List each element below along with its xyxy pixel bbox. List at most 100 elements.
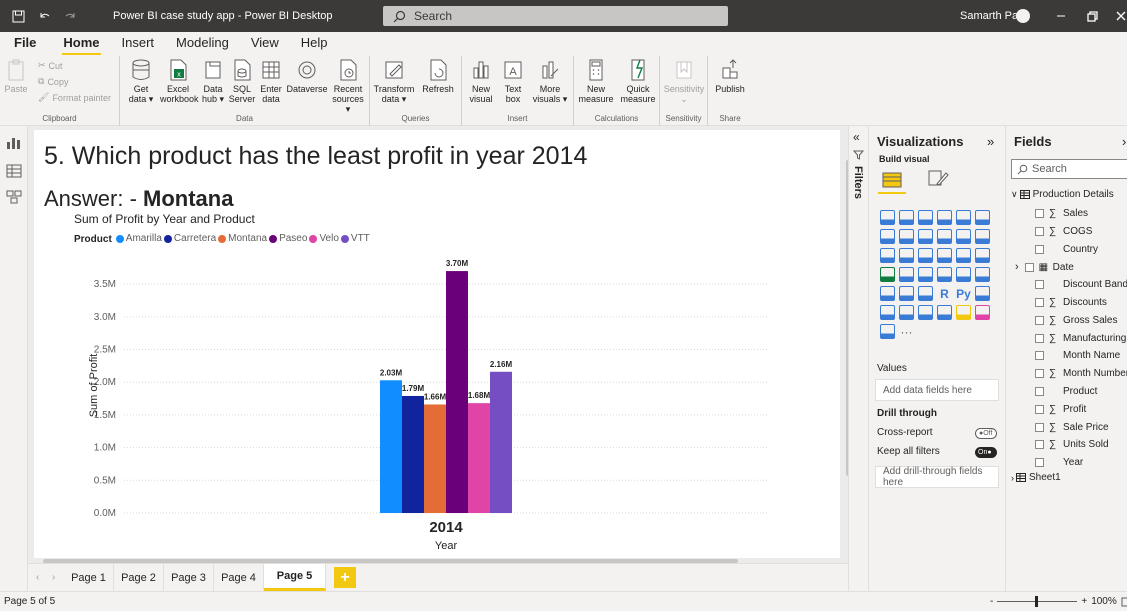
cross-report-toggle[interactable]: ● Off (975, 428, 997, 439)
bar-chart[interactable]: 0.0M0.5M1.0M1.5M2.0M2.5M3.0M3.5MSum of P… (34, 248, 794, 558)
close-icon[interactable] (1113, 8, 1127, 24)
visual-type-icon[interactable] (975, 248, 990, 263)
format-painter-button[interactable]: 🖌 Format painter (38, 92, 111, 103)
visual-type-icon[interactable] (956, 267, 971, 282)
publish-button[interactable]: Publish (710, 58, 750, 94)
report-view-icon[interactable] (6, 136, 22, 150)
collapse-visualizations-icon[interactable]: » (987, 134, 994, 149)
visual-type-icon[interactable] (899, 229, 914, 244)
visual-type-icon[interactable] (918, 248, 933, 263)
field-item[interactable]: Month Name (1035, 350, 1120, 361)
visual-type-icon[interactable] (918, 286, 933, 301)
sensitivity-button[interactable]: Sensitivity ⌄ (662, 58, 706, 104)
visual-type-icon[interactable] (918, 267, 933, 282)
page-tab-5[interactable]: Page 5 (264, 564, 326, 591)
visual-type-icon[interactable] (956, 248, 971, 263)
cut-button[interactable]: ✂ Cut (38, 60, 63, 71)
visual-type-icon[interactable] (918, 210, 933, 225)
visual-type-icon[interactable] (975, 267, 990, 282)
field-checkbox[interactable] (1035, 458, 1044, 468)
field-item[interactable]: › ▦ Date (1015, 261, 1074, 273)
visual-type-icon[interactable] (899, 210, 914, 225)
page-tab-1[interactable]: Page 1 (64, 564, 114, 591)
visual-type-icon[interactable] (937, 210, 952, 225)
field-item[interactable]: ∑ Discounts (1035, 297, 1107, 308)
field-checkbox[interactable] (1035, 351, 1044, 361)
visual-type-icon[interactable]: ··· (897, 322, 916, 341)
fields-search-input[interactable]: Search (1011, 159, 1127, 179)
field-checkbox[interactable] (1035, 209, 1044, 218)
expand-filters-icon[interactable]: « (853, 130, 860, 144)
field-checkbox[interactable] (1035, 315, 1044, 325)
legend-item[interactable]: Paseo (269, 233, 307, 244)
bar-amarilla[interactable] (380, 380, 402, 513)
field-item[interactable]: ∑ Sales (1035, 208, 1088, 219)
menu-file[interactable]: File (0, 32, 52, 56)
values-well[interactable]: Add data fields here (875, 379, 999, 401)
save-icon[interactable] (10, 8, 26, 24)
visual-type-icon[interactable] (880, 286, 895, 301)
paste-button[interactable]: Paste (4, 58, 28, 94)
field-checkbox[interactable] (1024, 262, 1034, 272)
next-page-icon[interactable]: › (52, 572, 55, 583)
transform-data-button[interactable]: Transform data ▾ (372, 58, 416, 104)
field-item[interactable]: Product (1035, 386, 1097, 397)
field-item[interactable]: Discount Band (1035, 279, 1127, 290)
visual-type-icon[interactable] (880, 267, 895, 282)
visual-type-icon[interactable] (937, 305, 952, 320)
sql-server-button[interactable]: SQL Server (228, 58, 256, 104)
field-item[interactable]: Year (1035, 457, 1083, 468)
collapse-fields-icon[interactable]: › (1122, 134, 1126, 149)
bar-vtt[interactable] (490, 371, 512, 513)
visual-type-icon[interactable]: Py (954, 284, 973, 303)
visual-type-icon[interactable] (956, 305, 971, 320)
zoom-slider[interactable] (997, 596, 1078, 607)
drill-through-well[interactable]: Add drill-through fields here (875, 466, 999, 488)
menu-help[interactable]: Help (290, 32, 339, 56)
legend-item[interactable]: Montana (218, 233, 267, 244)
visual-type-icon[interactable] (918, 229, 933, 244)
visual-type-icon[interactable] (880, 305, 895, 320)
field-checkbox[interactable] (1035, 387, 1044, 396)
visual-type-icon[interactable]: R (935, 284, 954, 303)
recent-sources-button[interactable]: Recent sources ▾ (330, 58, 366, 114)
enter-data-button[interactable]: Enter data (258, 58, 284, 104)
text-box-button[interactable]: A Text box (498, 58, 528, 104)
menu-view[interactable]: View (240, 32, 290, 56)
page-tab-3[interactable]: Page 3 (164, 564, 214, 591)
field-item[interactable]: ∑ Sale Price (1035, 422, 1109, 433)
add-page-button[interactable]: + (334, 567, 356, 588)
get-data-button[interactable]: Get data ▾ (126, 58, 156, 104)
new-measure-button[interactable]: New measure (576, 58, 616, 104)
field-item[interactable]: ∑ Month Number (1035, 368, 1127, 379)
redo-icon[interactable] (62, 8, 78, 24)
chevron-right-icon[interactable]: › (1015, 261, 1019, 273)
undo-icon[interactable] (36, 8, 52, 24)
visual-type-icon[interactable] (899, 286, 914, 301)
field-checkbox[interactable] (1035, 244, 1044, 254)
minimize-icon[interactable] (1053, 8, 1069, 24)
visual-type-icon[interactable] (899, 248, 914, 263)
visual-type-icon[interactable] (880, 210, 895, 225)
field-checkbox[interactable] (1035, 404, 1044, 414)
zoom-out-button[interactable]: - (990, 596, 993, 607)
build-visual-tab[interactable] (878, 168, 906, 194)
field-checkbox[interactable] (1035, 333, 1044, 343)
quick-measure-button[interactable]: Quick measure (618, 58, 658, 104)
model-view-icon[interactable] (6, 190, 22, 204)
visual-type-icon[interactable] (880, 248, 895, 263)
visual-type-icon[interactable] (975, 229, 990, 244)
field-item[interactable]: ∑ Profit (1035, 404, 1086, 415)
table-production-details[interactable]: ∨ Production Details (1011, 189, 1114, 200)
visual-type-icon[interactable] (918, 305, 933, 320)
bar-montana[interactable] (424, 404, 446, 513)
field-checkbox[interactable] (1035, 422, 1044, 432)
field-checkbox[interactable] (1035, 226, 1044, 236)
report-page[interactable]: 5. Which product has the least profit in… (34, 130, 850, 558)
table-sheet1[interactable]: › Sheet1 (1011, 472, 1061, 483)
refresh-button[interactable]: Refresh (418, 58, 458, 94)
field-item[interactable]: ∑ Units Sold (1035, 439, 1109, 450)
copy-button[interactable]: ⧉ Copy (38, 76, 68, 87)
field-checkbox[interactable] (1035, 280, 1044, 290)
filters-pane[interactable]: « Filters (848, 126, 868, 591)
